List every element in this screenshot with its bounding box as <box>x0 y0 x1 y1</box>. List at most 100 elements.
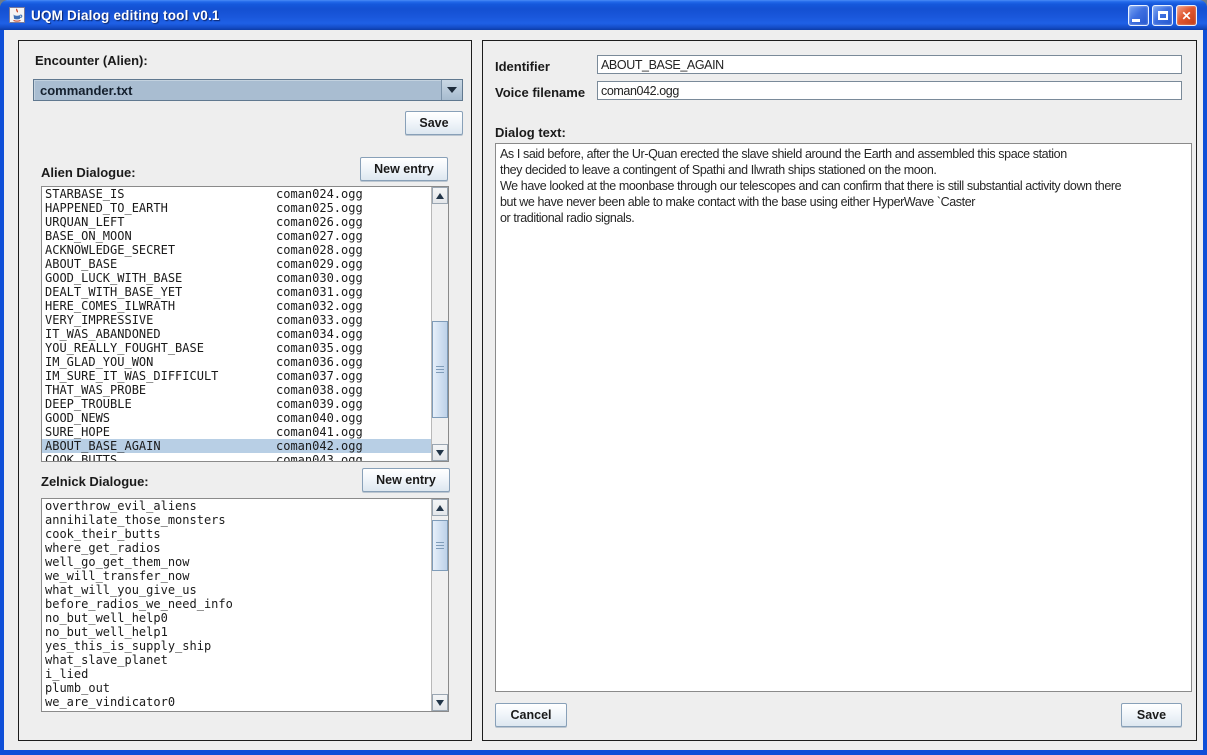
zelnick-dialogue-row[interactable]: where_get_radios <box>42 541 431 555</box>
zelnick-dialogue-row[interactable]: we_are_vindicator0 <box>42 695 431 709</box>
alien-dialogue-row[interactable]: SURE_HOPEcoman041.ogg <box>42 425 431 439</box>
entry-voice-file: coman034.ogg <box>276 327 363 341</box>
entry-identifier: annihilate_those_monsters <box>45 513 226 527</box>
titlebar[interactable]: UQM Dialog editing tool v0.1 ✕ <box>0 0 1207 30</box>
zelnick-dialogue-row[interactable]: before_radios_we_need_info <box>42 597 431 611</box>
alien-dialogue-row[interactable]: IT_WAS_ABANDONED coman034.ogg <box>42 327 431 341</box>
alien-dialogue-row[interactable]: YOU_REALLY_FOUGHT_BASE coman035.ogg <box>42 341 431 355</box>
entry-voice-file: coman029.ogg <box>276 257 363 271</box>
entry-voice-file: coman026.ogg <box>276 215 363 229</box>
window-title: UQM Dialog editing tool v0.1 <box>31 8 220 23</box>
alien-dialogue-row[interactable]: THAT_WAS_PROBEcoman038.ogg <box>42 383 431 397</box>
close-button[interactable]: ✕ <box>1176 5 1197 26</box>
zelnick-dialogue-row[interactable]: what_will_you_give_us <box>42 583 431 597</box>
entry-identifier: IM_GLAD_YOU_WON <box>45 355 153 369</box>
maximize-button[interactable] <box>1152 5 1173 26</box>
entry-identifier: IT_WAS_ABANDONED <box>45 327 161 341</box>
alien-dialogue-row[interactable]: STARBASE_IScoman024.ogg <box>42 187 431 201</box>
entry-identifier: GOOD_NEWS <box>45 411 110 425</box>
encounter-combobox[interactable]: commander.txt <box>33 79 463 101</box>
alien-new-entry-button[interactable]: New entry <box>360 157 448 181</box>
zelnick-dialogue-row[interactable]: cook_their_butts <box>42 527 431 541</box>
entry-voice-file: coman035.ogg <box>276 341 363 355</box>
entry-voice-file: coman033.ogg <box>276 313 363 327</box>
entry-identifier: well_go_get_them_now <box>45 555 190 569</box>
alien-dialogue-row[interactable]: IM_SURE_IT_WAS_DIFFICULTcoman037.ogg <box>42 369 431 383</box>
alien-dialogue-row[interactable]: DEEP_TROUBLEcoman039.ogg <box>42 397 431 411</box>
thumb-grip-icon <box>436 542 444 550</box>
entry-identifier: we_are_vindicator0 <box>45 695 175 709</box>
scroll-up-button[interactable] <box>432 499 448 516</box>
editor-save-button[interactable]: Save <box>1121 703 1182 727</box>
zelnick-dialogue-row[interactable]: what_slave_planet <box>42 653 431 667</box>
entry-voice-file: coman036.ogg <box>276 355 363 369</box>
scroll-down-button[interactable] <box>432 694 448 711</box>
alien-dialogue-row[interactable]: COOK_BUTTScoman043.ogg <box>42 453 431 461</box>
zelnick-dialogue-row[interactable]: yes_this_is_supply_ship <box>42 639 431 653</box>
combobox-arrow-button[interactable] <box>441 80 462 100</box>
entry-identifier: URQUAN_LEFT <box>45 215 124 229</box>
alien-dialogue-row[interactable]: ABOUT_BASE coman029.ogg <box>42 257 431 271</box>
scrollbar-thumb[interactable] <box>432 520 448 571</box>
entry-identifier: yes_this_is_supply_ship <box>45 639 211 653</box>
alien-dialogue-row[interactable]: ABOUT_BASE_AGAINcoman042.ogg <box>42 439 431 453</box>
entry-identifier: i_lied <box>45 667 88 681</box>
alien-dialogue-row[interactable]: URQUAN_LEFT coman026.ogg <box>42 215 431 229</box>
identifier-label: Identifier <box>495 59 550 74</box>
entry-identifier: YOU_REALLY_FOUGHT_BASE <box>45 341 204 355</box>
entry-identifier: we_will_transfer_now <box>45 569 190 583</box>
scroll-down-button[interactable] <box>432 444 448 461</box>
encounter-save-button[interactable]: Save <box>405 111 463 135</box>
zelnick-dialogue-row[interactable]: no_but_well_help1 <box>42 625 431 639</box>
entry-identifier: cook_their_butts <box>45 527 161 541</box>
zelnick-dialogue-list-rows: overthrow_evil_aliensannihilate_those_mo… <box>42 499 431 711</box>
arrow-up-icon <box>436 505 444 511</box>
entry-voice-file: coman025.ogg <box>276 201 363 215</box>
zelnick-dialogue-row[interactable]: overthrow_evil_aliens <box>42 499 431 513</box>
alien-dialogue-row[interactable]: ACKNOWLEDGE_SECRETcoman028.ogg <box>42 243 431 257</box>
zelnick-dialogue-row[interactable]: well_go_get_them_now <box>42 555 431 569</box>
scroll-up-button[interactable] <box>432 187 448 204</box>
alien-dialogue-row[interactable]: DEALT_WITH_BASE_YETcoman031.ogg <box>42 285 431 299</box>
alien-dialogue-row[interactable]: GOOD_NEWS coman040.ogg <box>42 411 431 425</box>
entry-voice-file: coman030.ogg <box>276 271 363 285</box>
zelnick-dialogue-row[interactable]: no_but_well_help0 <box>42 611 431 625</box>
alien-dialogue-row[interactable]: IM_GLAD_YOU_WON coman036.ogg <box>42 355 431 369</box>
voice-filename-label: Voice filename <box>495 85 585 100</box>
alien-dialogue-row[interactable]: VERY_IMPRESSIVEcoman033.ogg <box>42 313 431 327</box>
minimize-icon <box>1132 19 1140 22</box>
alien-dialogue-row[interactable]: GOOD_LUCK_WITH_BASEcoman030.ogg <box>42 271 431 285</box>
entry-voice-file: coman032.ogg <box>276 299 363 313</box>
entry-voice-file: coman027.ogg <box>276 229 363 243</box>
entry-identifier: where_get_radios <box>45 541 161 555</box>
entry-identifier: ABOUT_BASE <box>45 257 117 271</box>
entry-voice-file: coman040.ogg <box>276 411 363 425</box>
entry-voice-file: coman042.ogg <box>276 439 363 453</box>
entry-identifier: HAPPENED_TO_EARTH <box>45 201 168 215</box>
scrollbar-thumb[interactable] <box>432 321 448 418</box>
zelnick-dialogue-list: overthrow_evil_aliensannihilate_those_mo… <box>41 498 449 712</box>
encounter-panel: Encounter (Alien): commander.txt Save Al… <box>18 40 472 741</box>
zelnick-dialogue-row[interactable]: i_lied <box>42 667 431 681</box>
minimize-button[interactable] <box>1128 5 1149 26</box>
encounter-label: Encounter (Alien): <box>35 53 148 68</box>
zelnick-dialogue-row[interactable]: we_will_transfer_now <box>42 569 431 583</box>
thumb-grip-icon <box>436 366 444 374</box>
alien-list-scrollbar[interactable] <box>431 187 448 461</box>
entry-voice-file: coman043.ogg <box>276 453 363 461</box>
zelnick-list-scrollbar[interactable] <box>431 499 448 711</box>
voice-filename-input[interactable] <box>597 81 1182 100</box>
identifier-input[interactable] <box>597 55 1182 74</box>
dialog-text-area[interactable]: As I said before, after the Ur-Quan erec… <box>495 143 1192 692</box>
zelnick-dialogue-row[interactable]: plumb_out <box>42 681 431 695</box>
cancel-button[interactable]: Cancel <box>495 703 567 727</box>
entry-identifier: ACKNOWLEDGE_SECRET <box>45 243 175 257</box>
alien-dialogue-row[interactable]: HERE_COMES_ILWRATHcoman032.ogg <box>42 299 431 313</box>
entry-voice-file: coman038.ogg <box>276 383 363 397</box>
alien-dialogue-row[interactable]: HAPPENED_TO_EARTH coman025.ogg <box>42 201 431 215</box>
zelnick-new-entry-button[interactable]: New entry <box>362 468 450 492</box>
zelnick-dialogue-row[interactable]: annihilate_those_monsters <box>42 513 431 527</box>
alien-dialogue-row[interactable]: BASE_ON_MOONcoman027.ogg <box>42 229 431 243</box>
entry-identifier: before_radios_we_need_info <box>45 597 233 611</box>
entry-identifier: overthrow_evil_aliens <box>45 499 197 513</box>
